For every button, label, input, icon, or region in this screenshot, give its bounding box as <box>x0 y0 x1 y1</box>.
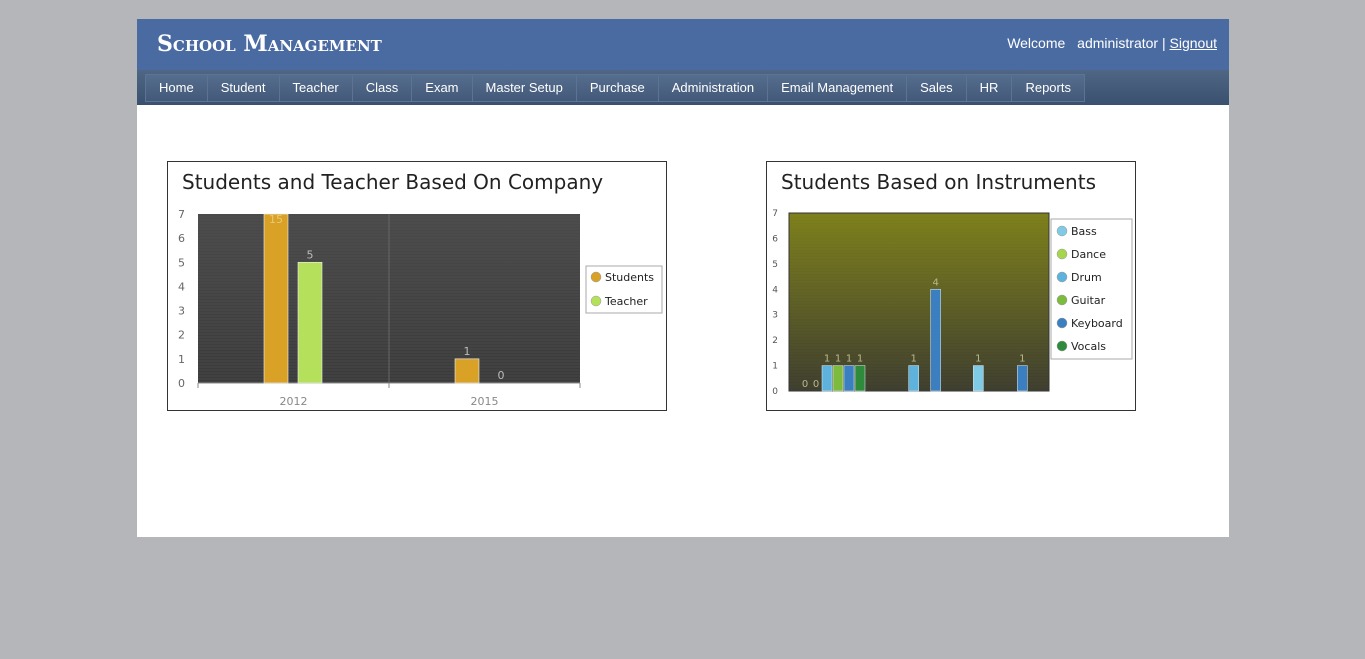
instruments-chart-panel: Students Based on Instruments 0123456700… <box>766 161 1136 411</box>
data-label: 1 <box>835 354 841 365</box>
legend-label: Dance <box>1071 248 1106 261</box>
bar-drum <box>908 365 919 392</box>
legend-label: Vocals <box>1071 340 1106 353</box>
username-text: administrator | <box>1077 35 1166 51</box>
nav-bar: Home Student Teacher Class Exam Master Setup P… <box>137 70 1229 105</box>
y-tick-label: 1 <box>178 353 185 366</box>
legend-marker <box>590 271 602 283</box>
legend-marker <box>1056 271 1068 283</box>
data-label: 1 <box>910 354 916 365</box>
y-tick-label: 6 <box>178 232 185 245</box>
y-tick-label: 6 <box>772 234 778 244</box>
legend-label: Drum <box>1071 271 1102 284</box>
y-tick-label: 3 <box>178 305 185 318</box>
instruments-chart: 012345670 01 1 1 1 141 1BassDanceDrumGuitarKey… <box>772 209 1133 397</box>
welcome-text: Welcome <box>1007 35 1066 51</box>
app-window: School Management Welcome administrator … <box>137 19 1229 537</box>
brand-title: School Management <box>157 31 382 57</box>
y-tick-label: 0 <box>178 377 185 390</box>
nav-student[interactable]: Student <box>207 74 280 102</box>
bar-keyboard <box>1017 365 1028 392</box>
bar-students <box>263 213 289 384</box>
bar-keyboard <box>843 365 855 392</box>
nav-master-setup[interactable]: Master Setup <box>472 74 577 102</box>
company-chart-panel: Students and Teacher Based On Company 01… <box>167 161 667 411</box>
user-bar: Welcome administrator | Signout <box>1007 35 1217 51</box>
y-tick-label: 1 <box>772 362 778 372</box>
nav-teacher[interactable]: Teacher <box>279 74 353 102</box>
data-label: 15 <box>269 213 283 226</box>
nav-hr[interactable]: HR <box>966 74 1013 102</box>
y-tick-label: 3 <box>772 311 778 321</box>
legend-marker <box>1056 248 1068 260</box>
legend-box <box>1050 218 1133 360</box>
legend-label: Bass <box>1071 225 1097 238</box>
data-label: 0 <box>802 379 808 390</box>
data-label: 1 <box>1019 354 1025 365</box>
data-label: 1 <box>464 345 471 358</box>
legend-label: Teacher <box>604 295 648 308</box>
legend-marker <box>1056 317 1068 329</box>
data-label: 1 <box>857 354 863 365</box>
y-tick-label: 4 <box>178 280 185 293</box>
y-tick-label: 5 <box>178 256 185 269</box>
bar-vocals <box>854 365 866 392</box>
bar-bass <box>973 365 984 392</box>
legend-marker <box>1056 294 1068 306</box>
y-tick-label: 2 <box>178 329 185 342</box>
nav-email-management[interactable]: Email Management <box>768 74 908 102</box>
legend-label: Keyboard <box>1071 317 1123 330</box>
nav-home[interactable]: Home <box>145 74 208 102</box>
data-label: 1 <box>846 354 852 365</box>
y-tick-label: 7 <box>178 208 185 221</box>
y-tick-label: 4 <box>772 285 778 295</box>
data-label: 1 <box>975 354 981 365</box>
legend-label: Students <box>605 271 654 284</box>
nav-menu: Home Student Teacher Class Exam Master Setup P… <box>145 74 1085 102</box>
nav-administration[interactable]: Administration <box>658 74 769 102</box>
header: School Management Welcome administrator … <box>137 19 1229 70</box>
y-tick-label: 5 <box>772 260 778 270</box>
data-label: 4 <box>932 277 938 288</box>
legend-marker <box>590 295 602 307</box>
bar-guitar <box>832 365 844 392</box>
y-tick-label: 0 <box>772 387 778 397</box>
legend-marker <box>1056 340 1068 352</box>
nav-exam[interactable]: Exam <box>412 74 473 102</box>
data-label: 1 <box>824 354 830 365</box>
legend-marker <box>1056 225 1068 237</box>
legend-label: Guitar <box>1071 294 1106 307</box>
bar-keyboard <box>930 289 941 392</box>
nav-reports[interactable]: Reports <box>1012 74 1085 102</box>
bar-teacher <box>297 261 323 384</box>
company-chart: 0 1 2 3 4 5 6 7 2012 15 5 2015 1 0 Students Teacher <box>178 208 663 408</box>
bar-students <box>454 358 480 384</box>
signout-link[interactable]: Signout <box>1170 35 1217 51</box>
y-tick-label: 2 <box>772 336 778 346</box>
x-tick-label: 2015 <box>471 395 499 408</box>
data-label: 0 <box>498 369 505 382</box>
data-label: 0 <box>813 379 819 390</box>
bar-drum <box>821 365 833 392</box>
data-label: 5 <box>307 248 314 261</box>
nav-class[interactable]: Class <box>352 74 413 102</box>
x-tick-label: 2012 <box>280 395 308 408</box>
nav-purchase[interactable]: Purchase <box>576 74 659 102</box>
nav-sales[interactable]: Sales <box>907 74 967 102</box>
y-tick-label: 7 <box>772 209 778 219</box>
